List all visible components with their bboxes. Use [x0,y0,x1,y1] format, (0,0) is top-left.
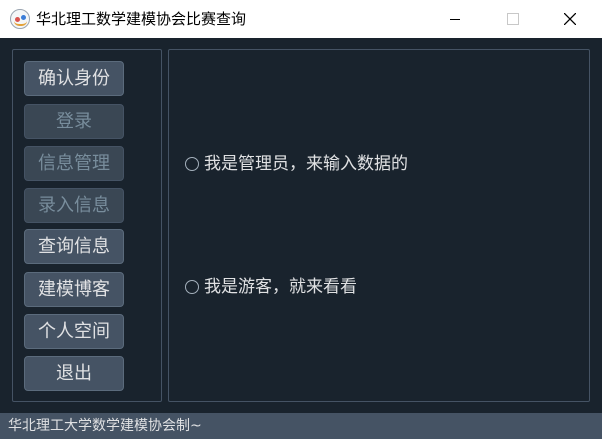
visitor-radio-option[interactable]: 我是游客，就来看看 [185,275,357,299]
confirm-identity-button[interactable]: 确认身份 [24,61,124,96]
window-title: 华北理工数学建模协会比赛查询 [36,10,247,28]
admin-radio-option[interactable]: 我是管理员，来输入数据的 [185,152,408,176]
status-text: 华北理工大学数学建模协会制~ [8,418,202,434]
modeling-blog-button[interactable]: 建模博客 [24,272,124,307]
main-panel [168,49,590,402]
close-icon[interactable] [547,0,593,38]
personal-space-button[interactable]: 个人空间 [24,314,124,349]
radio-circle-icon[interactable] [185,157,199,171]
visitor-radio-label[interactable]: 我是游客，就来看看 [204,275,357,299]
maximize-icon [489,0,535,38]
radio-circle-icon[interactable] [185,280,199,294]
app-logo-icon [10,9,30,29]
info-management-button: 信息管理 [24,146,124,181]
enter-info-button: 录入信息 [24,188,124,223]
sidebar-panel [12,49,162,402]
login-button: 登录 [24,104,124,139]
minimize-icon[interactable] [432,0,478,38]
admin-radio-label[interactable]: 我是管理员，来输入数据的 [204,152,408,176]
query-info-button[interactable]: 查询信息 [24,229,124,264]
exit-button[interactable]: 退出 [24,356,124,391]
title-bar: 华北理工数学建模协会比赛查询 [0,0,602,38]
status-bar: 华北理工大学数学建模协会制~ [0,413,602,439]
